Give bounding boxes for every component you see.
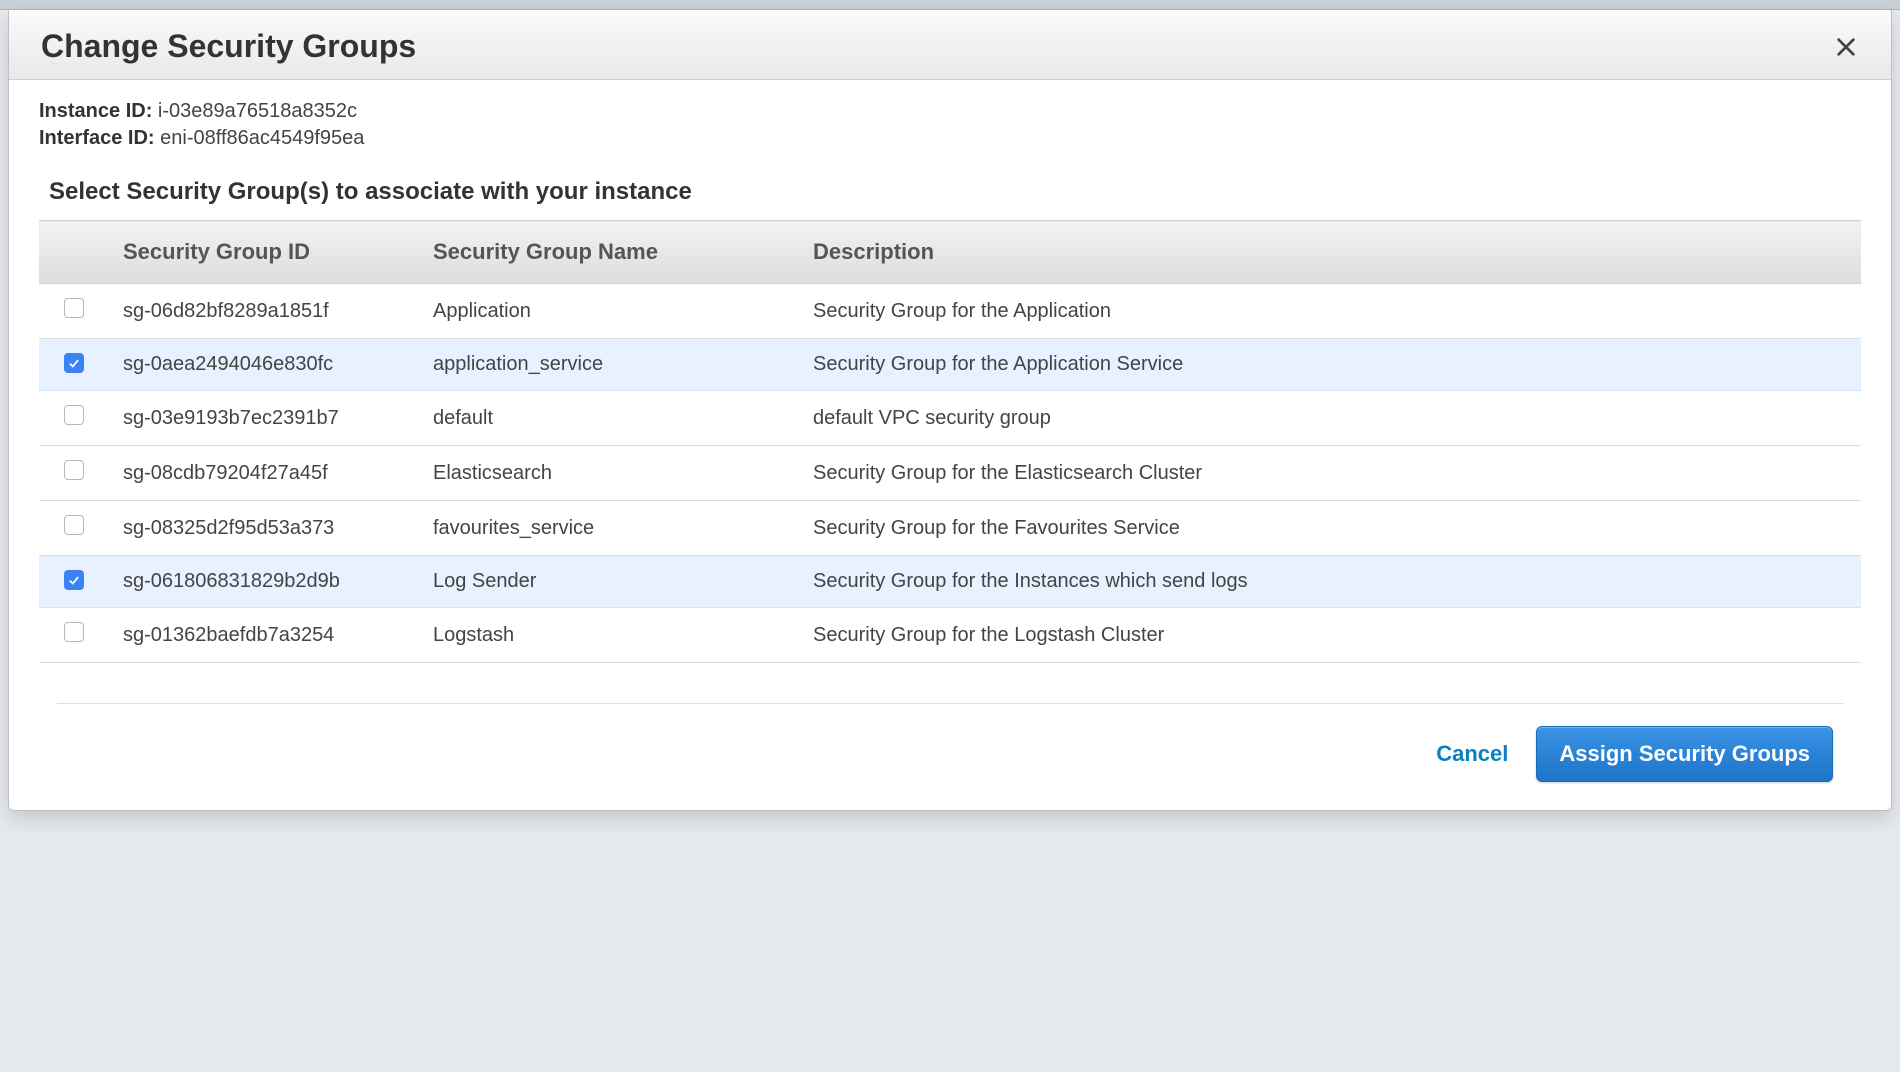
instance-id-label: Instance ID:	[39, 100, 152, 122]
table-row[interactable]: sg-06d82bf8289a1851fApplicationSecurity …	[39, 284, 1861, 339]
table-header-row: Security Group ID Security Group Name De…	[39, 221, 1861, 284]
security-group-description: default VPC security group	[799, 391, 1861, 446]
dialog-title: Change Security Groups	[41, 28, 416, 65]
cancel-button[interactable]: Cancel	[1432, 733, 1512, 775]
table-row[interactable]: sg-01362baefdb7a3254LogstashSecurity Gro…	[39, 608, 1861, 663]
row-checkbox[interactable]	[64, 405, 84, 425]
security-group-name: application_service	[419, 339, 799, 391]
security-group-description: Security Group for the Logstash Cluster	[799, 608, 1861, 663]
security-group-name: Elasticsearch	[419, 446, 799, 501]
row-checkbox[interactable]	[64, 353, 84, 373]
close-icon[interactable]	[1833, 34, 1859, 60]
row-checkbox-cell	[39, 339, 109, 391]
security-group-id: sg-0aea2494046e830fc	[109, 339, 419, 391]
security-group-id: sg-01362baefdb7a3254	[109, 608, 419, 663]
security-group-name: Logstash	[419, 608, 799, 663]
row-checkbox-cell	[39, 556, 109, 608]
security-group-description: Security Group for the Favourites Servic…	[799, 501, 1861, 556]
security-group-name: Log Sender	[419, 556, 799, 608]
security-group-id: sg-061806831829b2d9b	[109, 556, 419, 608]
row-checkbox-cell	[39, 446, 109, 501]
dialog-footer: Cancel Assign Security Groups	[57, 703, 1843, 810]
row-checkbox-cell	[39, 608, 109, 663]
row-checkbox[interactable]	[64, 298, 84, 318]
interface-id-row: Interface ID: eni-08ff86ac4549f95ea	[39, 127, 1861, 150]
dialog-header: Change Security Groups	[9, 10, 1891, 80]
security-group-name: Application	[419, 284, 799, 339]
security-group-description: Security Group for the Elasticsearch Clu…	[799, 446, 1861, 501]
table-row[interactable]: sg-08cdb79204f27a45fElasticsearchSecurit…	[39, 446, 1861, 501]
security-group-description: Security Group for the Instances which s…	[799, 556, 1861, 608]
table-row[interactable]: sg-03e9193b7ec2391b7defaultdefault VPC s…	[39, 391, 1861, 446]
backdrop-strip	[0, 0, 1900, 10]
security-group-id: sg-06d82bf8289a1851f	[109, 284, 419, 339]
assign-security-groups-button[interactable]: Assign Security Groups	[1536, 726, 1833, 782]
column-header-description[interactable]: Description	[799, 221, 1861, 284]
interface-id-label: Interface ID:	[39, 127, 155, 149]
row-checkbox[interactable]	[64, 515, 84, 535]
row-checkbox[interactable]	[64, 570, 84, 590]
security-group-id: sg-08325d2f95d53a373	[109, 501, 419, 556]
dialog-body: Instance ID: i-03e89a76518a8352c Interfa…	[9, 80, 1891, 810]
row-checkbox-cell	[39, 391, 109, 446]
security-group-name: favourites_service	[419, 501, 799, 556]
table-row[interactable]: sg-08325d2f95d53a373favourites_serviceSe…	[39, 501, 1861, 556]
row-checkbox[interactable]	[64, 460, 84, 480]
column-header-name[interactable]: Security Group Name	[419, 221, 799, 284]
row-checkbox-cell	[39, 501, 109, 556]
security-group-description: Security Group for the Application Servi…	[799, 339, 1861, 391]
change-security-groups-dialog: Change Security Groups Instance ID: i-03…	[8, 10, 1892, 811]
table-row[interactable]: sg-061806831829b2d9bLog SenderSecurity G…	[39, 556, 1861, 608]
security-group-id: sg-03e9193b7ec2391b7	[109, 391, 419, 446]
row-checkbox[interactable]	[64, 622, 84, 642]
row-checkbox-cell	[39, 284, 109, 339]
column-header-id[interactable]: Security Group ID	[109, 221, 419, 284]
security-groups-table: Security Group ID Security Group Name De…	[39, 220, 1861, 663]
instance-id-row: Instance ID: i-03e89a76518a8352c	[39, 100, 1861, 123]
instance-id-value: i-03e89a76518a8352c	[158, 100, 357, 122]
table-row[interactable]: sg-0aea2494046e830fcapplication_serviceS…	[39, 339, 1861, 391]
security-group-id: sg-08cdb79204f27a45f	[109, 446, 419, 501]
instruction-text: Select Security Group(s) to associate wi…	[49, 178, 1861, 206]
interface-id-value: eni-08ff86ac4549f95ea	[160, 127, 364, 149]
security-group-description: Security Group for the Application	[799, 284, 1861, 339]
security-group-name: default	[419, 391, 799, 446]
column-header-checkbox	[39, 221, 109, 284]
